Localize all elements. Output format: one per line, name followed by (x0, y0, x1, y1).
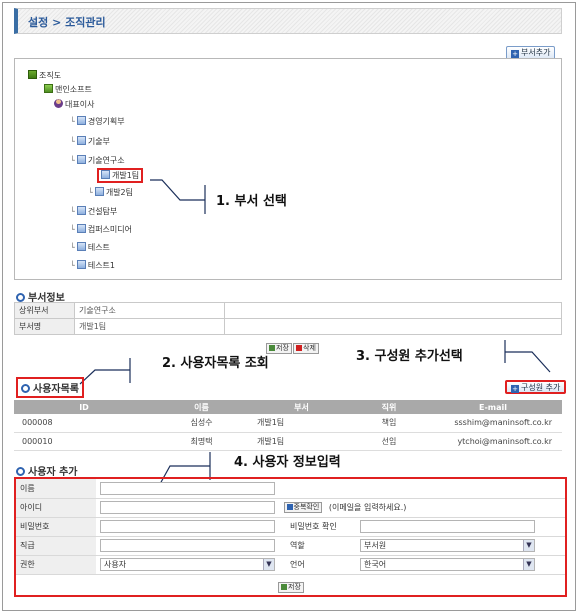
dept-name-value[interactable]: 개발1팀 (74, 318, 225, 335)
section-icon (16, 467, 25, 476)
col-name: 이름 (154, 400, 249, 414)
user-add-title: 사용자 추가 (16, 463, 77, 478)
save-dept-button[interactable]: 저장 (266, 343, 292, 354)
name-label: 이름 (16, 479, 96, 499)
col-position: 직위 (354, 400, 424, 414)
auth-select[interactable]: 사용자 ▼ (100, 558, 275, 571)
rank-input[interactable] (100, 539, 275, 552)
user-list-title: 사용자목록 (16, 377, 84, 398)
plus-icon: + (511, 385, 519, 393)
col-dept: 부서 (249, 400, 354, 414)
delete-dept-button[interactable]: 삭제 (293, 343, 319, 354)
password-input[interactable] (100, 520, 275, 533)
annotation-1: 1. 부서 선택 (216, 194, 287, 209)
table-row[interactable]: 000010 최명택 개발1팀 선임 ytchoi@maninsoft.co.k… (14, 432, 562, 451)
save-user-button[interactable]: 저장 (278, 582, 304, 593)
chevron-down-icon: ▼ (263, 559, 274, 570)
lang-select[interactable]: 한국어 ▼ (360, 558, 535, 571)
auth-label: 권한 (16, 555, 96, 575)
annotation-2: 2. 사용자목록 조회 (162, 356, 269, 371)
role-label: 역할 (286, 536, 356, 556)
role-select[interactable]: 부서원 ▼ (360, 539, 535, 552)
name-input[interactable] (100, 481, 275, 495)
dept-info-table: 상위부서 기술연구소 부서명 개발1팀 (14, 302, 562, 335)
password-confirm-input[interactable] (360, 520, 535, 533)
id-hint: (이메일을 입력하세요.) (328, 503, 407, 512)
annotation-4: 4. 사용자 정보입력 (234, 455, 341, 470)
dept-name-label: 부서명 (14, 318, 75, 335)
password-label: 비밀번호 (16, 517, 96, 537)
rank-label: 직급 (16, 536, 96, 556)
save-icon (269, 345, 275, 351)
people-icon (286, 504, 293, 510)
col-email: E-mail (424, 400, 562, 414)
col-id: ID (14, 400, 154, 414)
save-icon (281, 584, 287, 590)
id-label: 아이디 (16, 498, 96, 518)
add-member-button[interactable]: + 구성원 추가 (505, 380, 567, 394)
id-input[interactable] (100, 501, 275, 514)
password-confirm-label: 비밀번호 확인 (286, 517, 356, 537)
table-row[interactable]: 000008 심성수 개발1팀 책임 ssshim@maninsoft.co.k… (14, 414, 562, 433)
dup-check-button[interactable]: 중복확인 (283, 502, 323, 513)
parent-dept-value: 기술연구소 (74, 302, 225, 319)
delete-icon (296, 345, 302, 351)
annotation-3: 3. 구성원 추가선택 (356, 349, 463, 364)
parent-dept-label: 상위부서 (14, 302, 75, 319)
lang-label: 언어 (286, 555, 356, 575)
chevron-down-icon: ▼ (523, 559, 534, 570)
user-list-table: ID 이름 부서 직위 E-mail 000008 심성수 개발1팀 책임 ss… (14, 400, 562, 451)
user-add-form: 이름 아이디 중복확인 (이메일을 입력하세요.) 비밀번호 비밀번호 확인 직… (16, 479, 565, 575)
section-icon (16, 293, 25, 302)
section-icon (21, 384, 30, 393)
chevron-down-icon: ▼ (523, 540, 534, 551)
